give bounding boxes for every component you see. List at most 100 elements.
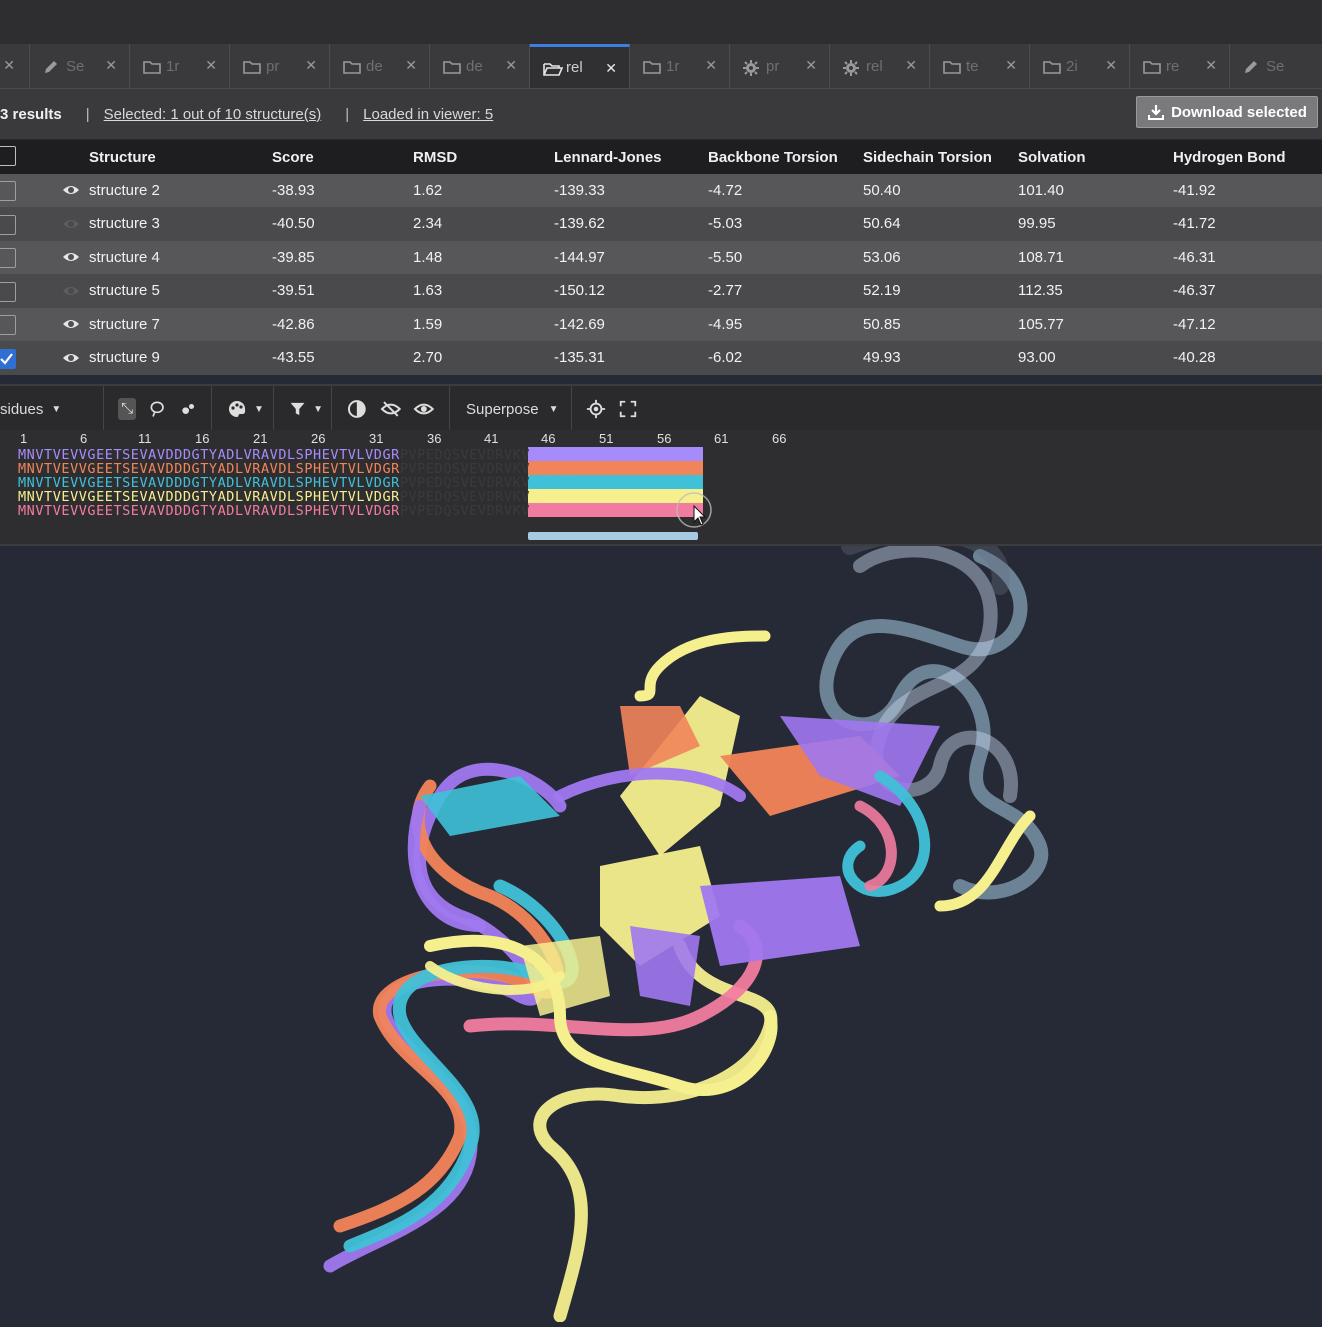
table-cell: -42.86 (272, 315, 315, 333)
folder-icon (342, 59, 361, 74)
tab-label: de (366, 57, 383, 75)
table-row[interactable]: structure 3 -40.50 2.34 -139.62 -5.03 50.64 99… (0, 207, 1322, 241)
close-tab-icon[interactable]: ✕ (305, 57, 317, 74)
selected-structures-link[interactable]: Selected: 1 out of 10 structure(s) (104, 106, 322, 123)
table-row[interactable]: structure 7 -42.86 1.59 -142.69 -4.95 50.85 10… (0, 308, 1322, 342)
separator: | (85, 105, 90, 123)
close-tab-icon[interactable]: ✕ (1105, 57, 1117, 74)
filter-icon (290, 402, 305, 416)
tab-active[interactable]: rel ✕ (530, 44, 630, 88)
tab[interactable]: 2i ✕ (1030, 44, 1130, 88)
table-cell: 49.93 (863, 349, 901, 367)
close-tab-icon[interactable]: ✕ (405, 57, 417, 74)
close-tab-icon[interactable]: ✕ (605, 60, 617, 77)
filter-dropdown[interactable]: ▼ (274, 386, 332, 432)
column-header[interactable]: RMSD (413, 140, 457, 174)
sequence-scrollbar[interactable] (528, 532, 698, 540)
select-pointer-icon[interactable]: ⤡ (118, 398, 137, 420)
table-row[interactable]: structure 2 -38.93 1.62 -139.33 -4.72 50.40 10… (0, 174, 1322, 208)
tab-label: te (966, 57, 979, 75)
column-header[interactable]: Lennard-Jones (554, 140, 662, 174)
eye-icon[interactable] (62, 250, 80, 264)
tab[interactable]: Se (1230, 44, 1322, 88)
sequence-viewer: 1 6 11 16 21 26 31 36 41 46 51 56 61 66 MNVTVEVVGEETS… (0, 430, 1322, 546)
eye-icon[interactable] (62, 317, 80, 331)
close-tab-icon[interactable]: ✕ (105, 57, 117, 74)
folder-icon (242, 59, 261, 74)
tab[interactable]: 1r ✕ (630, 44, 730, 88)
eye-icon[interactable] (62, 351, 80, 365)
tab[interactable]: re ✕ (1130, 44, 1230, 88)
row-checkbox[interactable] (0, 281, 16, 302)
tab-label: Se (1266, 57, 1285, 75)
row-checkbox[interactable] (0, 181, 16, 201)
close-tab-icon[interactable]: ✕ (205, 57, 217, 74)
table-cell: -41.72 (1173, 215, 1216, 233)
table-cell: 1.59 (413, 315, 443, 333)
sequence-line[interactable]: MNVTVEVVGEETSEVAVDDDGTYADLVRAVDLSPHEVTVL… (18, 503, 591, 519)
close-tab-icon[interactable]: ✕ (1205, 57, 1217, 74)
close-tab-icon[interactable]: ✕ (805, 57, 817, 74)
column-header[interactable]: Sidechain Torsion (863, 140, 992, 174)
ruler-tick-label: 21 (253, 431, 268, 446)
fullscreen-icon[interactable] (618, 398, 638, 420)
contrast-icon[interactable] (346, 398, 368, 420)
structure-3d-viewer[interactable] (0, 522, 1322, 1323)
table-header: Structure Score RMSD Lennard-Jones Backbone … (0, 140, 1322, 174)
table-cell: -4.95 (708, 315, 743, 333)
ruler-tick-label: 1 (20, 431, 28, 446)
table-cell: -43.55 (272, 349, 315, 367)
table-row[interactable]: structure 4 -39.85 1.48 -144.97 -5.50 53.06 10… (0, 241, 1322, 275)
row-checkbox[interactable] (0, 214, 16, 235)
eye-icon[interactable] (413, 398, 435, 420)
close-tab-icon[interactable]: ✕ (705, 57, 717, 74)
superpose-label: Superpose (466, 400, 539, 418)
table-row[interactable]: structure 5 -39.51 1.63 -150.12 -2.77 52.19 11… (0, 274, 1322, 308)
eye-icon[interactable] (62, 183, 80, 197)
close-tab-icon[interactable]: ✕ (1005, 57, 1017, 74)
download-icon (1148, 105, 1165, 120)
column-header[interactable]: Solvation (1018, 140, 1086, 174)
tab[interactable]: pr ✕ (230, 44, 330, 88)
tab[interactable]: Se ✕ (30, 44, 130, 88)
eye-hidden-icon[interactable] (62, 284, 80, 298)
select-all-checkbox[interactable] (0, 146, 16, 166)
atoms-icon[interactable] (179, 398, 197, 420)
table-cell: 105.77 (1018, 315, 1064, 333)
row-checkbox[interactable] (0, 248, 16, 268)
close-tab-icon[interactable]: ✕ (905, 57, 917, 74)
tab-label: rel (566, 59, 583, 76)
tab[interactable]: de ✕ (430, 44, 530, 88)
row-checkbox[interactable] (0, 315, 16, 335)
caret-down-icon: ▼ (51, 403, 62, 415)
table-cell: 50.85 (863, 315, 901, 333)
superpose-dropdown[interactable]: Superpose ▼ (450, 386, 572, 432)
tab[interactable]: ✕ (0, 44, 30, 88)
column-header[interactable]: Score (272, 140, 314, 174)
tab[interactable]: te ✕ (930, 44, 1030, 88)
loaded-in-viewer-link[interactable]: Loaded in viewer: 5 (363, 106, 493, 123)
tab[interactable]: de ✕ (330, 44, 430, 88)
tab[interactable]: rel ✕ (830, 44, 930, 88)
column-header[interactable]: Backbone Torsion (708, 140, 838, 174)
close-tab-icon[interactable]: ✕ (3, 57, 15, 74)
folder-icon (1042, 59, 1061, 74)
ruler-tick-label: 41 (484, 431, 499, 446)
lasso-icon[interactable] (148, 398, 166, 420)
caret-down-icon: ▼ (254, 403, 264, 415)
download-selected-button[interactable]: Download selected (1136, 96, 1318, 128)
tab[interactable]: pr ✕ (730, 44, 830, 88)
table-row[interactable]: structure 9 -43.55 2.70 -135.31 -6.02 49.93 93… (0, 341, 1322, 375)
protein-chain (634, 630, 771, 702)
column-header[interactable]: Hydrogen Bond (1173, 140, 1286, 174)
row-checkbox[interactable] (0, 348, 16, 369)
table-cell: -46.37 (1173, 282, 1216, 300)
color-dropdown[interactable]: ▼ (212, 386, 274, 432)
column-header[interactable]: Structure (89, 140, 156, 174)
residues-dropdown[interactable]: sidues ▼ (0, 386, 104, 432)
center-target-icon[interactable] (586, 398, 606, 420)
eye-hidden-icon[interactable] (62, 217, 80, 231)
tab[interactable]: 1r ✕ (130, 44, 230, 88)
hide-icon[interactable] (380, 398, 402, 420)
close-tab-icon[interactable]: ✕ (505, 57, 517, 74)
